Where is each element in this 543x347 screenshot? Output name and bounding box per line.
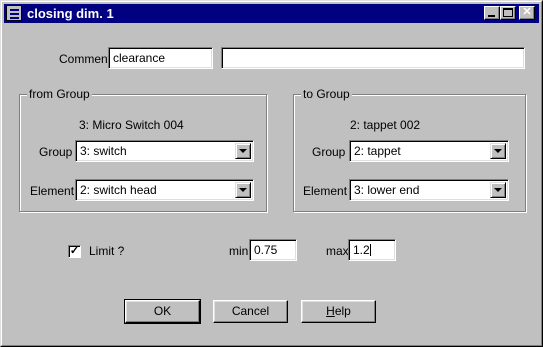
help-button[interactable]: Help (301, 300, 376, 323)
min-label: min (229, 244, 249, 258)
text-caret (369, 244, 371, 256)
comment-label: Comment (59, 52, 112, 66)
max-value: 1.2 (353, 243, 370, 257)
from-group-dropdown-button[interactable] (235, 143, 251, 159)
max-label: max (326, 244, 349, 258)
from-element-value: 2: switch head (80, 183, 157, 197)
from-object-name: 3: Micro Switch 004 (79, 118, 184, 132)
from-element-dropdown-button[interactable] (235, 182, 251, 198)
chevron-down-icon (494, 188, 502, 192)
to-element-dropdown-button[interactable] (490, 182, 506, 198)
help-mnemonic: H (326, 304, 335, 318)
min-input[interactable]: 0.75 (249, 239, 297, 261)
chevron-down-icon (239, 188, 247, 192)
from-group-select[interactable]: 3: switch (75, 140, 254, 162)
title-bar[interactable]: closing dim. 1 ✕ (4, 4, 539, 23)
minimize-icon (488, 15, 495, 17)
max-input[interactable]: 1.2 (348, 239, 396, 261)
to-element-label: Element (303, 184, 348, 198)
chevron-down-icon (239, 149, 247, 153)
from-element-select[interactable]: 2: switch head (75, 179, 254, 201)
help-label-rest: elp (334, 304, 351, 318)
maximize-button[interactable] (500, 6, 516, 20)
to-element-select[interactable]: 3: lower end (349, 179, 509, 201)
to-group-select[interactable]: 2: tappet (349, 140, 509, 162)
from-element-label: Element (30, 184, 75, 198)
to-group-value: 2: tappet (354, 144, 401, 158)
from-group-value: 3: switch (80, 144, 127, 158)
ok-button[interactable]: OK (124, 299, 201, 324)
comment-extra-input[interactable] (221, 47, 525, 69)
close-icon: ✕ (522, 6, 532, 18)
to-object-name: 2: tappet 002 (350, 118, 421, 132)
limit-label: Limit ? (89, 244, 125, 258)
comment-input[interactable]: clearance (108, 47, 213, 69)
to-group-label: Group (312, 145, 346, 159)
maximize-icon (503, 8, 513, 17)
chevron-down-icon (494, 149, 502, 153)
cancel-button[interactable]: Cancel (213, 300, 288, 323)
from-group-label: Group (39, 145, 73, 159)
window-title: closing dim. 1 (27, 6, 114, 21)
to-group-title: to Group (301, 87, 352, 101)
dialog-window: closing dim. 1 ✕ Comment clearance from … (0, 0, 543, 347)
close-button[interactable]: ✕ (519, 6, 535, 20)
app-icon[interactable] (6, 5, 22, 21)
from-group-title: from Group (27, 87, 92, 101)
to-group-dropdown-button[interactable] (490, 143, 506, 159)
to-element-value: 3: lower end (354, 183, 420, 197)
limit-checkbox[interactable]: ✓ (68, 245, 81, 258)
minimize-button[interactable] (484, 6, 500, 20)
